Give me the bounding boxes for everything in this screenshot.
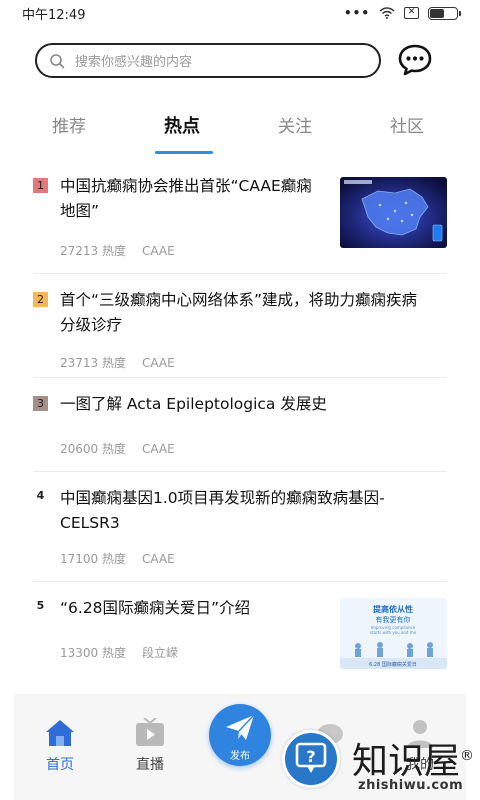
list-item[interactable]: 2 首个“三级癫痫中心网络体系”建成，将助力癫痫疾病 分级诊疗 23713 热度… xyxy=(33,274,447,378)
item-meta: 13300 热度 段立嵘 xyxy=(60,644,178,661)
heat-count: 13300 热度 xyxy=(60,646,126,660)
poster-headline-2: 有我更有你 xyxy=(376,615,411,624)
watermark-text: 知识屋® xyxy=(352,741,475,782)
item-source: CAAE xyxy=(142,442,175,456)
nav-home-label: 首页 xyxy=(46,757,74,773)
nav-live[interactable]: 直播 xyxy=(120,718,180,774)
rank-badge: 1 xyxy=(33,178,48,193)
rank-badge: 4 xyxy=(36,489,45,502)
search-placeholder: 搜索你感兴趣的内容 xyxy=(75,55,193,70)
search-input[interactable]: 搜索你感兴趣的内容 xyxy=(35,43,381,78)
sim-x-icon: ✕ xyxy=(404,7,419,19)
wifi-icon xyxy=(379,7,395,19)
tab-follow[interactable]: 关注 xyxy=(278,112,312,137)
list-item[interactable]: 4 中国癫痫基因1.0项目再发现新的癫痫致病基因- CELSR3 17100 热… xyxy=(33,472,447,582)
item-source: CAAE xyxy=(142,552,175,566)
tab-hot[interactable]: 热点 xyxy=(164,112,200,138)
category-tabs: 推荐 热点 关注 社区 xyxy=(0,104,480,154)
epilepsy-day-poster-thumbnail: 提高依从性 有我更有你 Improving compliance starts … xyxy=(340,598,447,669)
item-title: 中国癫痫基因1.0项目再发现新的癫痫致病基因- CELSR3 xyxy=(60,489,385,532)
active-tab-indicator xyxy=(155,151,213,154)
item-source: CAAE xyxy=(142,356,175,370)
item-title: “6.28国际癫痫关爱日”介绍 xyxy=(60,599,251,617)
chat-bubble-icon xyxy=(398,44,432,76)
rank-badge: 3 xyxy=(33,396,48,411)
watermark-badge-icon: ? xyxy=(282,730,340,788)
item-source: 段立嵘 xyxy=(142,646,179,660)
poster-footer: 6.28 国际癫痫关爱日 xyxy=(369,661,417,668)
item-meta: 27213 热度 CAAE xyxy=(60,242,175,259)
heat-count: 17100 热度 xyxy=(60,552,126,566)
svg-text:?: ? xyxy=(306,747,315,766)
nav-home[interactable]: 首页 xyxy=(30,718,90,774)
china-map-thumbnail xyxy=(340,177,447,248)
messages-button[interactable] xyxy=(397,42,433,78)
home-icon xyxy=(46,720,74,746)
hot-list: 1 中国抗癫痫协会推出首张“CAAE癫痫 地图” 27213 热度 CAAE 2 xyxy=(33,170,447,678)
rank-badge: 5 xyxy=(36,599,45,612)
list-item[interactable]: 5 “6.28国际癫痫关爱日”介绍 13300 热度 段立嵘 提高依从性 有我更有… xyxy=(33,582,447,678)
rank-badge: 2 xyxy=(33,292,48,307)
tv-icon xyxy=(136,718,164,746)
search-icon xyxy=(50,53,65,68)
site-watermark: ? 知识屋® zhishiwu.com xyxy=(282,730,480,800)
item-meta: 17100 热度 CAAE xyxy=(60,550,175,567)
item-title: 中国抗癫痫协会推出首张“CAAE癫痫 地图” xyxy=(60,177,312,220)
poster-sub2: starts with you and me xyxy=(370,630,417,635)
item-title: 一图了解 Acta Epileptologica 发展史 xyxy=(60,395,327,413)
heat-count: 23713 热度 xyxy=(60,356,126,370)
heat-count: 20600 热度 xyxy=(60,442,126,456)
paper-plane-icon xyxy=(226,714,255,740)
watermark-url: zhishiwu.com xyxy=(358,778,464,793)
battery-icon xyxy=(428,6,461,20)
status-bar: 中午12:49 ••• ✕ xyxy=(0,0,480,26)
item-meta: 23713 热度 CAAE xyxy=(60,354,175,371)
item-source: CAAE xyxy=(142,244,175,258)
list-item[interactable]: 1 中国抗癫痫协会推出首张“CAAE癫痫 地图” 27213 热度 CAAE xyxy=(33,170,447,274)
publish-label: 发布 xyxy=(230,751,250,762)
list-item[interactable]: 3 一图了解 Acta Epileptologica 发展史 20600 热度 C… xyxy=(33,378,447,472)
signal-dots-icon: ••• xyxy=(343,6,370,20)
poster-headline-1: 提高依从性 xyxy=(373,604,413,614)
system-icons: ••• ✕ xyxy=(343,6,461,20)
status-time: 中午12:49 xyxy=(22,7,86,23)
tab-recommend[interactable]: 推荐 xyxy=(52,112,86,137)
tab-community[interactable]: 社区 xyxy=(390,112,424,137)
nav-live-label: 直播 xyxy=(136,757,164,773)
publish-button[interactable]: 发布 xyxy=(209,704,271,766)
heat-count: 27213 热度 xyxy=(60,244,126,258)
item-title: 首个“三级癫痫中心网络体系”建成，将助力癫痫疾病 分级诊疗 xyxy=(60,291,418,334)
item-meta: 20600 热度 CAAE xyxy=(60,440,175,457)
